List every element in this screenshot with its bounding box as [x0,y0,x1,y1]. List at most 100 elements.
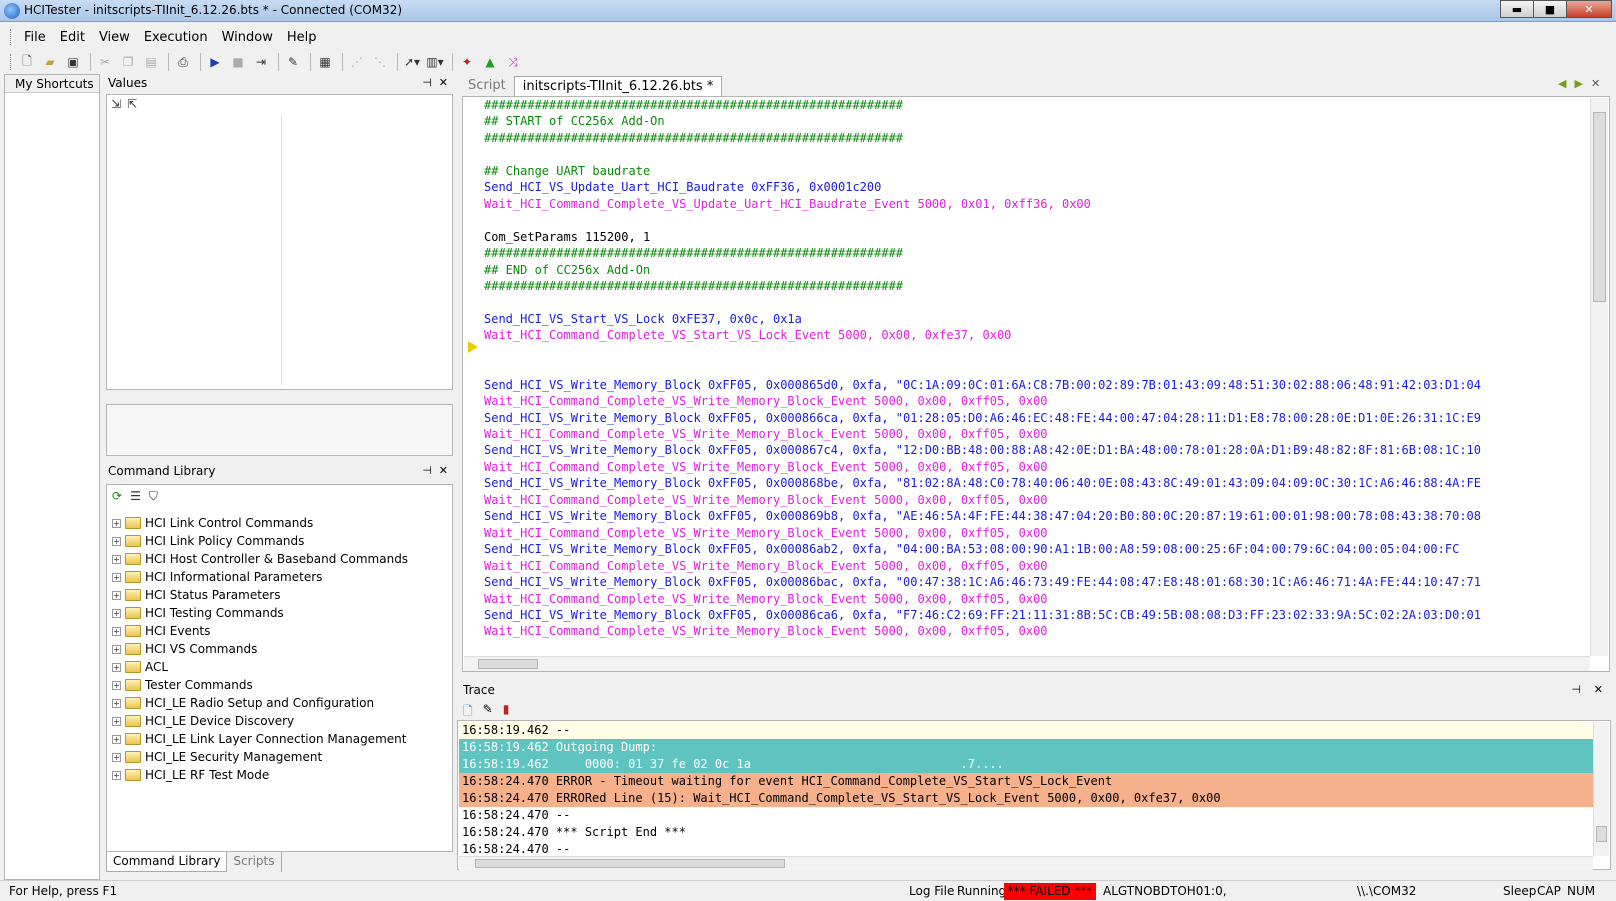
tree-item[interactable]: + HCI Events [108,622,442,640]
expand-icon[interactable]: + [112,572,121,582]
tab-command-library[interactable]: Command Library [106,852,228,872]
tree-item[interactable]: + HCI Status Parameters [108,586,442,604]
pin-icon[interactable]: ⊣ [422,462,432,480]
expand-icon[interactable]: + [112,716,121,726]
expand-icon[interactable]: + [112,752,121,762]
status-failed: *** FAILED *** [1004,883,1096,900]
trace-off-icon[interactable]: ⋱ [370,53,390,71]
pin-icon[interactable]: ⊣ [1571,680,1581,700]
values-edit-icon[interactable]: ⇱ [127,97,137,111]
trace-icon[interactable]: ⋰ [347,53,367,71]
expand-icon[interactable]: + [112,554,121,564]
close-button[interactable]: ✕ [1566,0,1612,18]
tab-script-file[interactable]: initscripts-TIInit_6.12.26.bts * [513,76,723,96]
expand-icon[interactable]: + [112,536,121,546]
code-line: Send_HCI_VS_Update_Uart_HCI_Baudrate 0xF… [484,180,882,195]
next-tab-icon[interactable]: ▶ [1574,77,1582,90]
tree-item[interactable]: + HCI_LE Security Management [108,748,442,766]
expand-icon[interactable]: + [112,698,121,708]
pin-icon[interactable]: ⊣ [422,74,432,92]
paste-icon[interactable]: ▤ [141,53,161,71]
close-pane-icon[interactable]: ✕ [439,74,448,92]
script-editor[interactable]: ########################################… [466,97,1586,652]
code-line: Wait_HCI_Command_Complete_VS_Write_Memor… [484,525,1048,540]
tree-item[interactable]: + HCI Host Controller & Baseband Commands [108,550,442,568]
values-add-icon[interactable]: ⇲ [111,97,121,111]
expand-icon[interactable]: + [112,734,121,744]
menu-file[interactable]: File [17,28,53,47]
menu-window[interactable]: Window [215,28,280,47]
refresh-icon[interactable]: ⟳ [112,489,122,504]
prev-tab-icon[interactable]: ◀ [1558,77,1566,90]
tab-scripts[interactable]: Scripts [227,852,282,872]
command-library-header: Command Library ⊣ ✕ [104,462,454,480]
tree-item-label: Tester Commands [145,678,253,692]
status-bar: For Help, press F1 Log File Running *** … [0,880,1616,901]
expand-icon[interactable]: + [112,626,121,636]
trace-horizontal-scrollbar[interactable] [459,856,1593,870]
shuffle-icon[interactable]: ⤨ [503,53,523,71]
tree-item[interactable]: + HCI Link Control Commands [108,514,442,532]
script-vertical-scrollbar[interactable] [1590,98,1608,656]
open-folder-icon[interactable]: ▰ [40,53,60,71]
status-cap: CAP [1537,884,1561,898]
expand-icon[interactable]: + [112,770,121,780]
tree-item[interactable]: + HCI Testing Commands [108,604,442,622]
scroll-thumb[interactable] [478,659,538,669]
menu-view[interactable]: View [92,28,137,47]
filter-icon[interactable]: ⛉ [149,489,158,504]
script-horizontal-scrollbar[interactable] [464,656,1590,671]
trace-line: 16:58:19.462 0000: 01 37 fe 02 0c 1a .7.… [459,756,1595,773]
tree-item[interactable]: + HCI Link Policy Commands [108,532,442,550]
tree-item[interactable]: + HCI Informational Parameters [108,568,442,586]
minimize-button[interactable]: ▬ [1500,0,1534,18]
scroll-thumb[interactable] [1593,112,1606,302]
folder-icon [125,571,141,583]
expand-icon[interactable]: + [112,662,121,672]
tab-script[interactable]: Script [460,76,514,96]
stop-icon[interactable]: ■ [228,53,248,71]
close-tab-icon[interactable]: ✕ [1591,77,1600,90]
scroll-thumb[interactable] [1596,826,1607,842]
options-icon[interactable]: ▥▾ [425,53,445,71]
copy-icon[interactable]: ❐ [118,53,138,71]
expand-icon[interactable]: + [112,680,121,690]
list-view-icon[interactable]: ☰ [130,489,141,504]
print-icon[interactable]: ⎙ [173,53,193,71]
cut-icon[interactable]: ✂ [95,53,115,71]
chart-icon[interactable]: ▲ [480,53,500,71]
code-line: ########################################… [484,130,904,145]
run-icon[interactable]: ▶ [205,53,225,71]
cursor-icon[interactable]: ➚▾ [402,53,422,71]
menu-execution[interactable]: Execution [137,28,215,47]
expand-icon[interactable]: + [112,590,121,600]
expand-icon[interactable]: + [112,644,121,654]
trace-log[interactable]: 16:58:19.462 -- 16:58:19.462 Outgoing Dum… [459,722,1595,862]
tree-item[interactable]: + HCI VS Commands [108,640,442,658]
close-pane-icon[interactable]: ✕ [1594,680,1603,700]
trace-vertical-scrollbar[interactable] [1593,722,1609,856]
connect-icon[interactable]: ✦ [457,53,477,71]
expand-icon[interactable]: + [112,608,121,618]
close-pane-icon[interactable]: ✕ [439,462,448,480]
menu-help[interactable]: Help [280,28,324,47]
tree-item[interactable]: + HCI_LE Radio Setup and Configuration [108,694,442,712]
status-device: ALGTNOBDTOH01:0, [1103,884,1227,898]
step-icon[interactable]: ⇥ [251,53,271,71]
tree-item-label: HCI_LE Link Layer Connection Management [145,732,407,746]
tree-item[interactable]: + HCI_LE Link Layer Connection Management [108,730,442,748]
menu-edit[interactable]: Edit [53,28,92,47]
save-icon[interactable]: ▣ [63,53,83,71]
tree-item[interactable]: + ACL [108,658,442,676]
values-title: Values [108,76,148,90]
clear-icon[interactable]: ✎ [283,53,303,71]
scroll-thumb[interactable] [475,859,785,868]
tree-item[interactable]: + HCI_LE Device Discovery [108,712,442,730]
tree-item[interactable]: + Tester Commands [108,676,442,694]
status-port: \\.\COM32 [1357,884,1417,898]
tree-item[interactable]: + HCI_LE RF Test Mode [108,766,442,784]
maximize-button[interactable]: ■ [1533,0,1567,18]
new-file-icon[interactable]: 🗋 [17,53,37,71]
properties-icon[interactable]: ▦ [315,53,335,71]
expand-icon[interactable]: + [112,518,121,528]
